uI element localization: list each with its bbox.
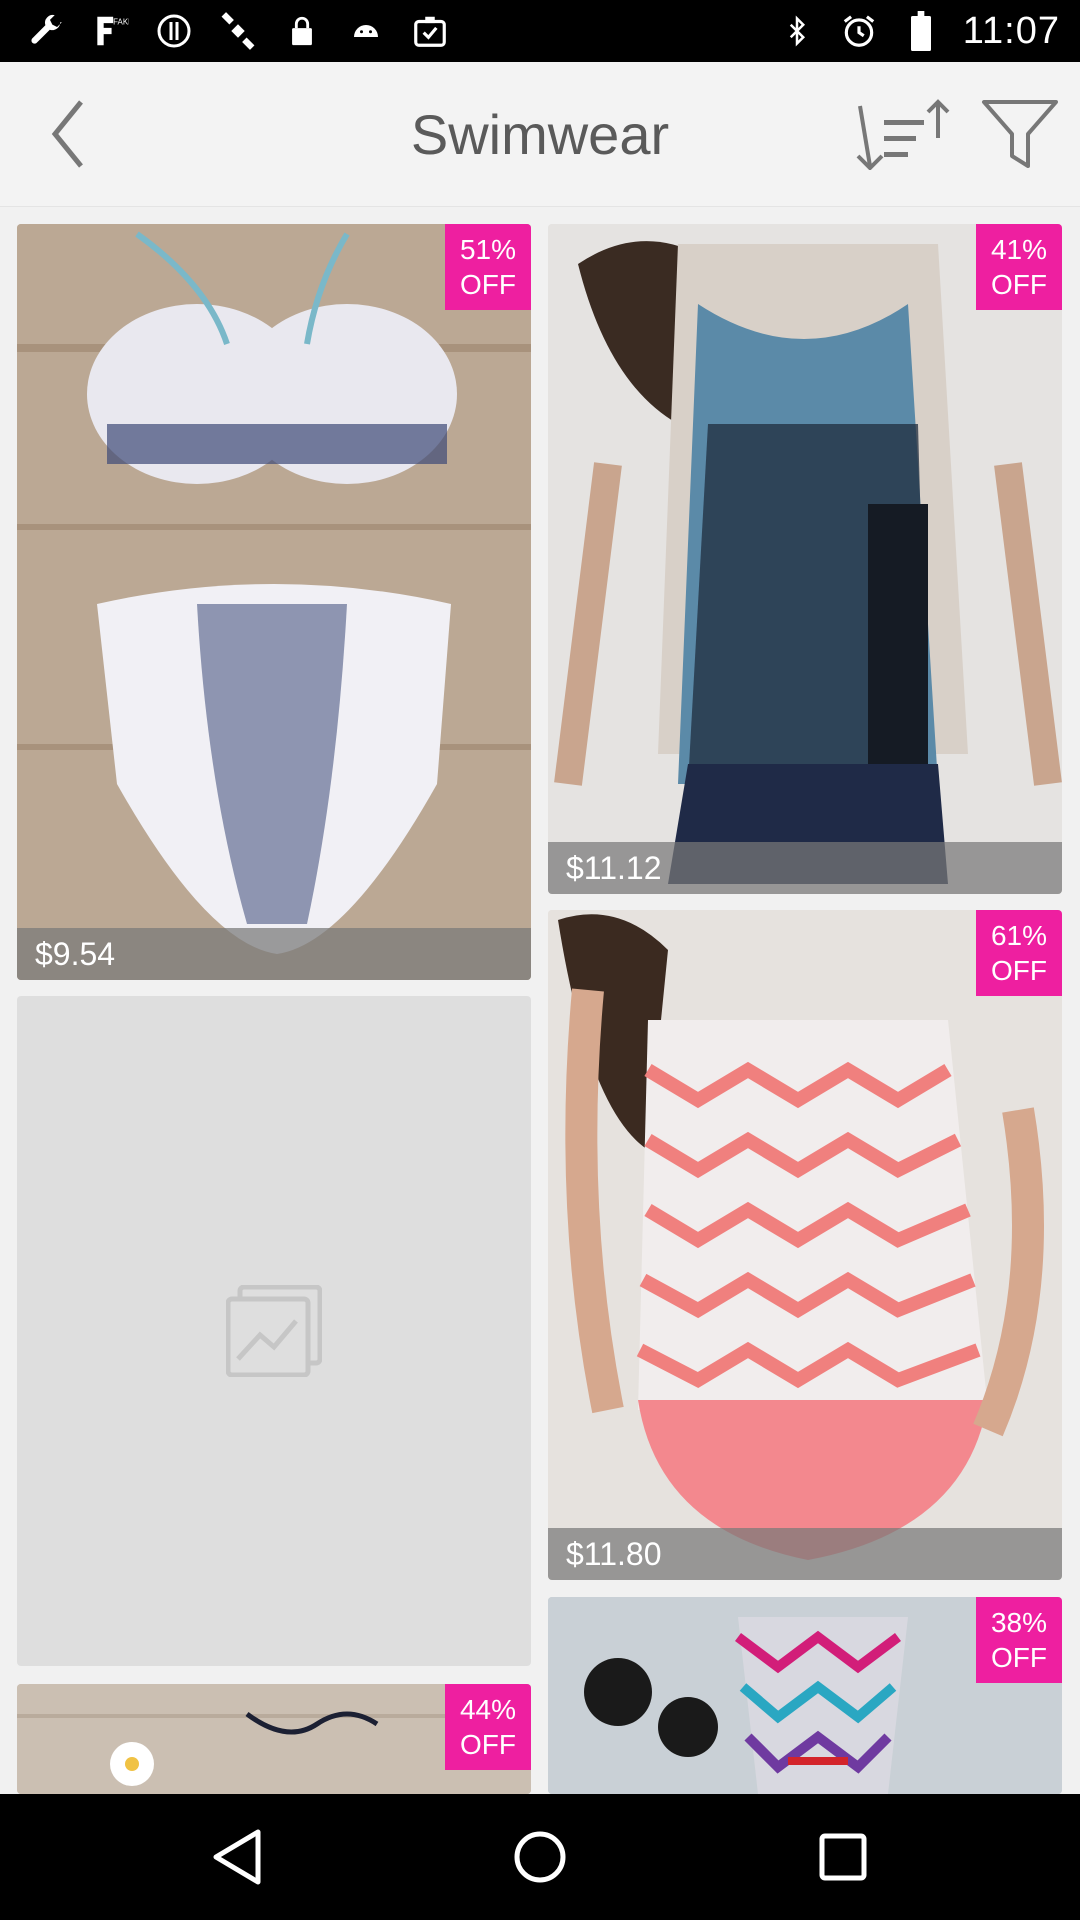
discount-value: 61% bbox=[990, 920, 1048, 951]
price-label: $11.80 bbox=[548, 1528, 1062, 1580]
discount-label: OFF bbox=[460, 1729, 516, 1760]
discount-label: OFF bbox=[460, 269, 516, 300]
product-card-loading[interactable] bbox=[17, 996, 531, 1666]
android-icon bbox=[346, 11, 386, 51]
discount-value: 44% bbox=[459, 1694, 517, 1725]
nav-home-button[interactable] bbox=[500, 1817, 580, 1897]
discount-badge: 41% OFF bbox=[976, 224, 1062, 310]
clock-time: 11:07 bbox=[962, 9, 1060, 52]
product-image bbox=[17, 224, 531, 980]
product-card[interactable]: 61% OFF $11.80 bbox=[548, 910, 1062, 1580]
discount-badge: 61% OFF bbox=[976, 910, 1062, 996]
discount-label: OFF bbox=[991, 1642, 1047, 1673]
fake-gps-icon: FAKE bbox=[90, 11, 130, 51]
svg-text:FAKE: FAKE bbox=[113, 18, 129, 27]
discount-value: 41% bbox=[990, 234, 1048, 265]
nav-back-button[interactable] bbox=[197, 1817, 277, 1897]
bluetooth-icon bbox=[777, 11, 817, 51]
product-card[interactable]: 51% OFF $9.54 bbox=[17, 224, 531, 980]
lock-icon bbox=[282, 11, 322, 51]
product-image bbox=[548, 910, 1062, 1580]
sort-icon bbox=[856, 99, 950, 170]
triangle-back-icon bbox=[213, 1829, 261, 1885]
price-label: $11.12 bbox=[548, 842, 1062, 894]
discount-value: 51% bbox=[459, 234, 517, 265]
square-recents-icon bbox=[819, 1833, 867, 1881]
discount-badge: 51% OFF bbox=[445, 224, 531, 310]
status-bar: FAKE 11:07 bbox=[0, 0, 1080, 62]
product-card[interactable]: 38% OFF bbox=[548, 1597, 1062, 1794]
app-bar: Swimwear bbox=[0, 62, 1080, 207]
discount-badge: 38% OFF bbox=[976, 1597, 1062, 1683]
satellite-icon bbox=[218, 11, 258, 51]
filter-button[interactable] bbox=[975, 92, 1065, 176]
discount-label: OFF bbox=[991, 269, 1047, 300]
image-placeholder-icon bbox=[226, 1285, 322, 1377]
cancel-circle-icon bbox=[154, 11, 194, 51]
wrench-icon bbox=[26, 11, 66, 51]
product-image bbox=[548, 224, 1062, 894]
product-card[interactable]: 41% OFF $11.12 bbox=[548, 224, 1062, 894]
sort-button[interactable] bbox=[852, 92, 952, 176]
discount-badge: 44% OFF bbox=[445, 1684, 531, 1770]
navigation-bar bbox=[0, 1794, 1080, 1920]
nav-recents-button[interactable] bbox=[803, 1817, 883, 1897]
task-icon bbox=[410, 11, 450, 51]
discount-value: 38% bbox=[990, 1607, 1048, 1638]
battery-icon bbox=[901, 11, 941, 51]
discount-label: OFF bbox=[991, 955, 1047, 986]
alarm-icon bbox=[839, 11, 879, 51]
product-card[interactable]: 44% OFF bbox=[17, 1684, 531, 1794]
filter-icon bbox=[982, 100, 1058, 168]
image-placeholder bbox=[17, 996, 531, 1666]
price-label: $9.54 bbox=[17, 928, 531, 980]
circle-home-icon bbox=[514, 1831, 566, 1883]
